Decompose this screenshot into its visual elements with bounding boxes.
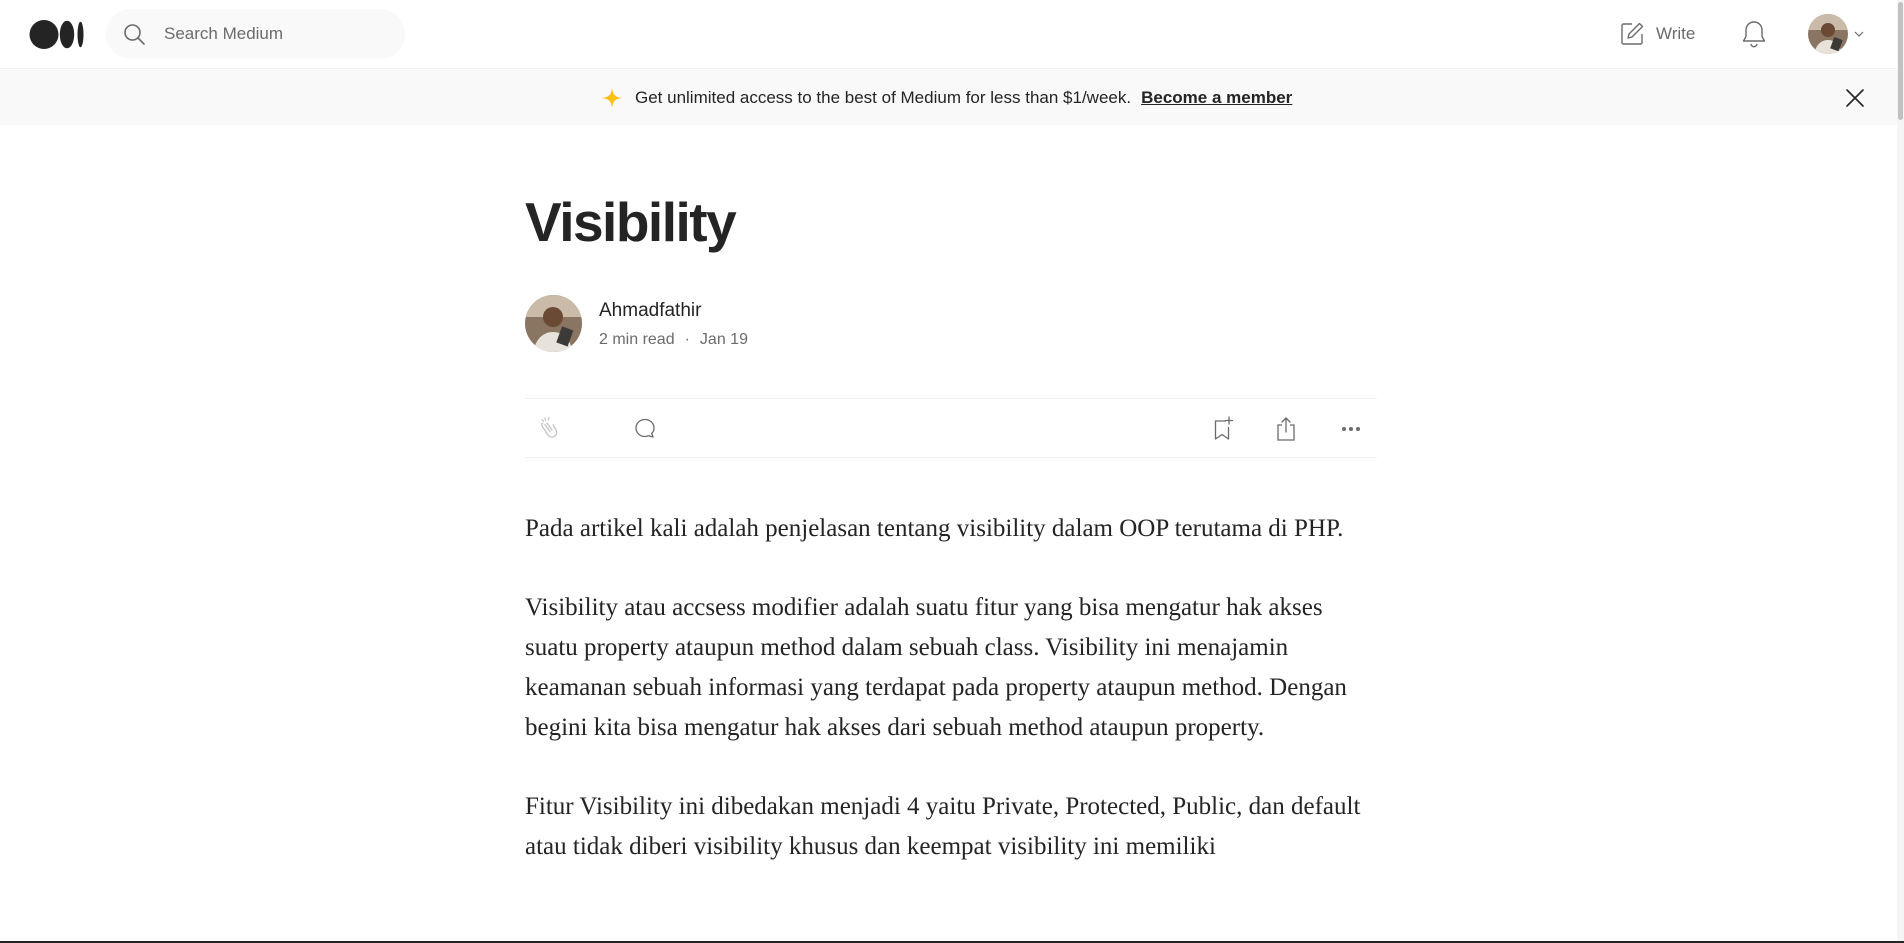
become-member-link[interactable]: Become a member: [1141, 88, 1292, 108]
search-input[interactable]: [164, 9, 394, 59]
user-avatar[interactable]: [1808, 14, 1848, 54]
top-navigation: Write: [0, 0, 1904, 69]
article-title: Visibility: [525, 191, 737, 253]
user-avatar-image: [1808, 14, 1848, 54]
bookmark-add-icon[interactable]: [1207, 414, 1237, 444]
read-time: 2 min read: [599, 331, 675, 348]
notifications-bell-icon[interactable]: [1739, 18, 1769, 50]
share-icon[interactable]: [1271, 414, 1301, 444]
article-paragraph: Pada artikel kali adalah penjelasan tent…: [525, 515, 1344, 542]
author-avatar[interactable]: [525, 295, 582, 352]
clap-icon[interactable]: [533, 414, 563, 444]
banner-message: Get unlimited access to the best of Medi…: [635, 87, 1132, 107]
chevron-down-icon[interactable]: [1853, 28, 1865, 40]
sparkle-icon: [602, 87, 622, 108]
write-label: Write: [1656, 24, 1696, 43]
search-icon: [124, 24, 145, 45]
scrollbar-track[interactable]: [1897, 0, 1904, 943]
search-bar[interactable]: [106, 9, 405, 59]
article-meta: 2 min read · Jan 19: [599, 331, 748, 349]
medium-logo[interactable]: [29, 19, 85, 50]
author-avatar-image: [525, 295, 582, 352]
membership-banner: Get unlimited access to the best of Medi…: [0, 70, 1904, 125]
meta-separator: ·: [684, 331, 690, 348]
more-options-icon[interactable]: [1336, 414, 1366, 444]
write-button[interactable]: Write: [1618, 17, 1695, 51]
close-icon[interactable]: [1843, 86, 1867, 110]
comment-icon[interactable]: [630, 414, 660, 444]
article-body: Pada artikel kali adalah penjelasan tent…: [525, 509, 1377, 906]
author-name[interactable]: Ahmadfathir: [599, 300, 701, 322]
scrollbar-thumb[interactable]: [1898, 2, 1903, 120]
article-action-bar: [525, 398, 1377, 458]
article-paragraph: Fitur Visibility ini dibedakan menjadi 4…: [525, 793, 1361, 860]
banner-content: Get unlimited access to the best of Medi…: [601, 70, 1292, 125]
article-paragraph: Visibility atau accsess modifier adalah …: [525, 594, 1347, 741]
write-icon: [1621, 22, 1644, 45]
publish-date: Jan 19: [699, 331, 748, 348]
